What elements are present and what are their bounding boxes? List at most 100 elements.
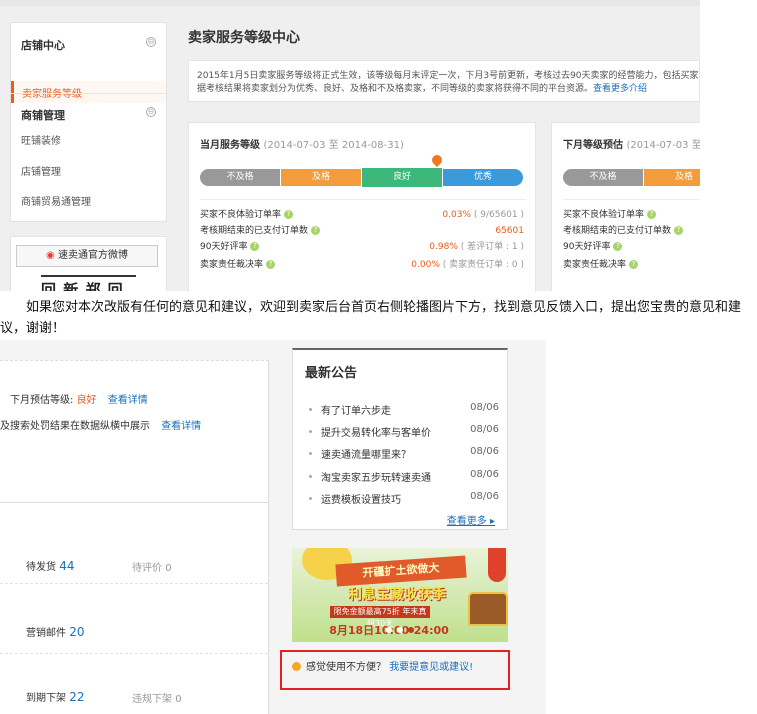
sidebar-item-trade-manager[interactable]: 商铺贸易通管理: [21, 193, 91, 208]
bullet-icon: [309, 408, 312, 411]
metric-row: 卖家责任裁决率? 0.00% ( 卖家责任订单 : 0 ): [200, 258, 524, 272]
stat-value: 44: [59, 559, 75, 573]
collapse-icon[interactable]: ⊖: [146, 37, 156, 47]
help-icon[interactable]: ?: [311, 226, 321, 235]
bullet-icon: [309, 475, 312, 478]
announcement-date: 08/06: [470, 446, 499, 457]
sidebar-item-shop-management[interactable]: 店铺管理: [21, 163, 61, 178]
current-level-card: 当月服务等级 (2014-07-03 至 2014-08-31) 不及格 及格 …: [188, 122, 536, 291]
announcement-text: 淘宝卖家五步玩转速卖通: [321, 473, 431, 484]
divider: [563, 199, 700, 200]
seller-homepage-screenshot: 下月预估等级: 良好 查看详情 及搜索处罚结果在数据纵横中展示 查看详情 待发货…: [0, 340, 546, 714]
announcement-title: 最新公告: [305, 366, 358, 381]
carousel-dots[interactable]: [386, 622, 419, 636]
current-level-title: 当月服务等级: [200, 140, 260, 151]
seller-service-level-screenshot: 店铺中心 ⊖ 卖家服务等级 商铺管理 ⊖ 旺铺装修 店铺管理 商铺贸易通管理 ◉…: [0, 0, 700, 291]
banner-line-3: 限免金额最高75折 年末真超30天: [330, 606, 430, 628]
banner-line-2: 利息宝藏收获季: [348, 587, 446, 603]
stat-value: 0: [165, 563, 172, 574]
metric-value: 0.03%: [442, 210, 471, 220]
metric-value: 0.98%: [429, 242, 458, 252]
promo-banner-carousel[interactable]: 开疆扩土欲做大 利息宝藏收获季 限免金额最高75折 年末真超30天 8月18日1…: [292, 548, 508, 642]
help-icon[interactable]: ?: [629, 260, 639, 269]
metric-row: 卖家责任裁决率?: [563, 258, 700, 272]
divider: [0, 583, 268, 585]
banner-tag: [488, 548, 506, 582]
help-icon[interactable]: ?: [266, 260, 276, 269]
metric-label: 卖家责任裁决率: [563, 260, 627, 270]
help-icon[interactable]: ?: [284, 210, 294, 219]
stat-expired-listing[interactable]: 到期下架 22: [26, 689, 84, 704]
collapse-icon[interactable]: ⊖: [146, 107, 156, 117]
bullet-icon: [309, 497, 312, 500]
qr-code-text: 回 新 郑 回: [41, 281, 124, 291]
search-penalty-text: 及搜索处罚结果在数据纵横中展示: [0, 421, 150, 432]
card-title: 当月服务等级 (2014-07-03 至 2014-08-31): [200, 136, 404, 151]
view-more-intro-link[interactable]: 查看更多介绍: [593, 84, 647, 94]
divider: [0, 653, 268, 655]
page-title: 卖家服务等级中心: [188, 30, 300, 46]
left-sidebar: 店铺中心 ⊖ 卖家服务等级 商铺管理 ⊖ 旺铺装修 店铺管理 商铺贸易通管理: [10, 22, 167, 222]
metric-row: 90天好评率? 0.98% ( 差评订单 : 1 ): [200, 240, 524, 254]
stat-label: 待发货: [26, 562, 56, 573]
metric-label: 考核期结束的已支付订单数: [563, 226, 672, 236]
metric-label: 考核期结束的已支付订单数: [200, 226, 309, 236]
metric-sub: ( 差评订单 : 1 ): [460, 242, 524, 252]
view-more-announcements-link[interactable]: 查看更多 ▸: [447, 512, 495, 527]
help-icon[interactable]: ?: [674, 226, 684, 235]
metric-row: 买家不良体验订单率?: [563, 208, 700, 222]
metric-row: 考核期结束的已支付订单数? 65601: [200, 224, 524, 238]
help-icon[interactable]: ?: [647, 210, 657, 219]
level-fail: 不及格: [200, 169, 280, 186]
weibo-panel: ◉ 速卖通官方微博 回 新 郑 回: [10, 236, 167, 291]
stat-marketing-email[interactable]: 营销邮件 20: [26, 624, 84, 639]
next-level-card: 下月等级预估 (2014-07-03 至 2014-08- 不及格 及格 买家不…: [551, 122, 700, 291]
metric-row: 考核期结束的已支付订单数?: [563, 224, 700, 238]
weibo-follow-button[interactable]: ◉ 速卖通官方微博: [16, 245, 158, 267]
metric-label: 90天好评率: [563, 242, 611, 252]
announcement-date: 08/06: [470, 402, 499, 413]
period: (2014-07-03 至 2014-08-31): [263, 140, 404, 151]
feedback-instruction-text: 如果您对本次改版有任何的意见和建议，欢迎到卖家后台首页右侧轮播图片下方，找到意见…: [0, 300, 742, 336]
level-excellent: 优秀: [443, 169, 523, 186]
sidebar-item-seller-service-level[interactable]: 卖家服务等级: [11, 81, 166, 103]
period: (2014-07-03 至 2014-08-: [626, 140, 700, 151]
search-penalty-row: 及搜索处罚结果在数据纵横中展示 查看详情: [0, 417, 201, 432]
metric-sub: ( 9/65601 ): [473, 210, 524, 220]
divider: [200, 199, 526, 200]
help-icon[interactable]: ?: [613, 242, 623, 251]
divider: [11, 93, 166, 94]
forecast-value: 良好: [76, 395, 97, 406]
stat-value: 22: [69, 690, 85, 704]
feedback-text: 感觉使用不方便？: [306, 662, 386, 673]
level-pass: 及格: [644, 169, 700, 186]
stat-pending-review[interactable]: 待评价 0: [132, 559, 172, 574]
help-icon[interactable]: ?: [250, 242, 260, 251]
search-penalty-detail-link[interactable]: 查看详情: [161, 421, 201, 432]
stat-violation-listing[interactable]: 违规下架 0: [132, 690, 182, 705]
sidebar-section-store-center[interactable]: 店铺中心: [21, 37, 65, 53]
level-fail: 不及格: [563, 169, 643, 186]
announcement-text: 速卖通流量哪里来？: [321, 450, 411, 461]
metric-label: 卖家责任裁决率: [200, 260, 264, 270]
feedback-link[interactable]: 我要提意见或建议!: [389, 662, 473, 673]
stat-pending-shipment[interactable]: 待发货 44: [26, 558, 74, 573]
feedback-entry: 感觉使用不方便？ 我要提意见或建议!: [292, 658, 473, 673]
announcement-panel: 最新公告 有了订单六步走 08/06 提升交易转化率与客单价 08/06 速卖通流量…: [292, 348, 508, 530]
stat-value: 20: [69, 625, 85, 639]
stat-label: 到期下架: [26, 693, 66, 704]
notice-line-1: 2015年1月5日卖家服务等级将正式生效，该等级每月末评定一次，下月3号前更新，…: [197, 71, 700, 81]
forecast-detail-link[interactable]: 查看详情: [108, 395, 148, 406]
level-good: 良好: [362, 168, 442, 187]
stat-label: 待评价: [132, 563, 162, 574]
stat-label: 营销邮件: [26, 628, 66, 639]
banner-line-1: 开疆扩土欲做大: [335, 555, 467, 587]
sidebar-section-shop-management[interactable]: 商铺管理: [21, 107, 65, 123]
sidebar-item-shop-decoration[interactable]: 旺铺装修: [21, 132, 61, 147]
level-summary-panel: 下月预估等级: 良好 查看详情 及搜索处罚结果在数据纵横中展示 查看详情: [0, 360, 269, 507]
metric-label: 90天好评率: [200, 242, 248, 252]
notice-line-2: 据考核结果将卖家划分为优秀、良好、及格和不及格卖家，不同等级的卖家将获得不同的平…: [197, 84, 594, 94]
level-pass: 及格: [281, 169, 361, 186]
top-strip: [0, 0, 700, 6]
current-level-marker-icon: [429, 152, 445, 168]
